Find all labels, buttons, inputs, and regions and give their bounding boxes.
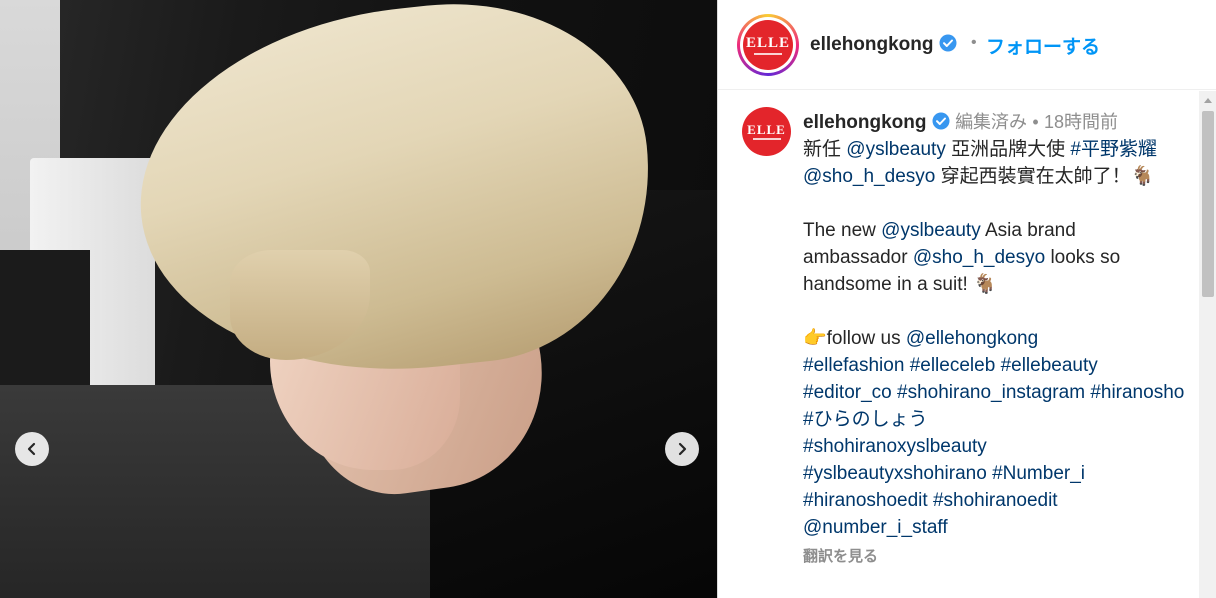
follow-button[interactable]: フォローする [986, 32, 1100, 59]
hashtag-link[interactable]: #shohiranoedit [933, 490, 1058, 511]
mention-link[interactable]: @number_i_staff [803, 517, 948, 538]
caption-meta: ellehongkong 編集済み • 18時間前 [803, 109, 1185, 136]
post-side-panel: ELLE ellehongkong • フォローする ELLE ellehong… [717, 0, 1216, 598]
elle-logo: ELLE [745, 34, 791, 51]
hashtag-link[interactable]: #平野紫耀 [1070, 139, 1157, 160]
chevron-right-icon [678, 442, 687, 456]
caption-username[interactable]: ellehongkong [803, 112, 927, 133]
photo-speaker [0, 250, 90, 390]
hashtag-link[interactable]: #yslbeautyxshohirano [803, 463, 987, 484]
story-ring[interactable]: ELLE [737, 14, 799, 76]
hashtag-link[interactable]: #ひらのしょう [803, 409, 928, 430]
post-time[interactable]: 18時間前 [1044, 112, 1118, 132]
avatar: ELLE [743, 20, 793, 70]
caption-text: ellehongkong 編集済み • 18時間前 新任 @yslbeauty … [803, 109, 1185, 570]
hashtag-link[interactable]: #shohiranoxyslbeauty [803, 436, 987, 457]
chevron-left-icon [27, 442, 36, 456]
mention-link[interactable]: @sho_h_desyo [913, 247, 1045, 268]
caption-comment: ELLE ellehongkong 編集済み • 18時間前 新任 @yslbe… [718, 91, 1198, 598]
post-header: ELLE ellehongkong • フォローする [718, 0, 1216, 90]
hashtag-link[interactable]: #ellebeauty [1001, 355, 1098, 376]
scroll-up-arrow[interactable] [1199, 91, 1216, 109]
hashtag-link[interactable]: #hiranosho [1090, 382, 1184, 403]
hashtag-link[interactable]: #hiranoshoedit [803, 490, 928, 511]
scrollbar-thumb[interactable] [1202, 111, 1214, 297]
hashtag-link[interactable]: #Number_i [992, 463, 1085, 484]
hashtag-link[interactable]: #editor_co [803, 382, 892, 403]
mention-link[interactable]: @sho_h_desyo [803, 166, 935, 187]
carousel-next-button[interactable] [665, 432, 699, 466]
caption-follow: 👉follow us @ellehongkong [803, 328, 1039, 349]
meta-separator: • [1032, 112, 1039, 132]
verified-badge-icon [939, 34, 957, 52]
edited-label: 編集済み [955, 112, 1028, 132]
post-photo[interactable] [0, 0, 717, 598]
scrollbar[interactable] [1199, 91, 1216, 598]
hashtag-link[interactable]: #elleceleb [910, 355, 996, 376]
mention-link[interactable]: @yslbeauty [881, 220, 981, 241]
instagram-post: ELLE ellehongkong • フォローする ELLE ellehong… [0, 0, 1216, 598]
caption-english: The new @yslbeauty Asia brand ambassador… [803, 220, 1121, 295]
hashtag-link[interactable]: #ellefashion [803, 355, 904, 376]
translate-button[interactable]: 翻訳を見る [803, 543, 1185, 570]
carousel-prev-button[interactable] [15, 432, 49, 466]
header-separator: • [971, 34, 977, 51]
elle-logo: ELLE [747, 122, 786, 137]
hashtag-link[interactable]: #shohirano_instagram [897, 382, 1085, 403]
caption-avatar[interactable]: ELLE [742, 107, 791, 156]
mention-link[interactable]: @ellehongkong [906, 328, 1038, 349]
mention-link[interactable]: @yslbeauty [846, 139, 946, 160]
caption-hashtags: #ellefashion #elleceleb #ellebeauty #edi… [803, 352, 1185, 541]
verified-badge-icon [932, 112, 950, 130]
arrow-up-icon [1204, 98, 1212, 103]
header-username[interactable]: ellehongkong [810, 34, 957, 56]
caption-chinese: 新任 @yslbeauty 亞洲品牌大使 #平野紫耀 @sho_h_desyo … [803, 139, 1157, 187]
